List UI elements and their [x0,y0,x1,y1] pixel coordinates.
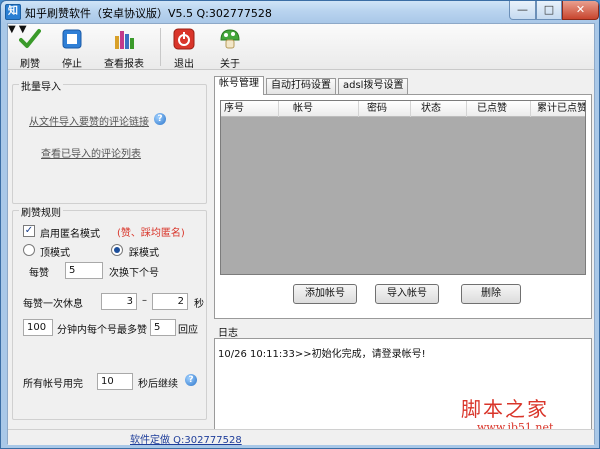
like-button-label: 刷赞 [20,59,40,70]
column-header-liked[interactable]: 已点赞 [467,101,531,117]
column-header-account[interactable]: 帐号 [279,101,359,117]
add-account-button[interactable]: 添加帐号 [293,284,357,304]
view-report-button-label: 查看报表 [104,59,144,70]
anonymous-mode-checkbox[interactable]: ✓ [23,225,35,237]
right-panel: 帐号管理 自动打码设置 adsl拨号设置 序号 帐号 密码 状态 已点赞 累计已… [214,76,592,444]
mushroom-icon [220,29,240,49]
view-imported-list-link[interactable]: 查看已导入的评论列表 [41,145,141,160]
account-tab-panel: 序号 帐号 密码 状态 已点赞 累计已点赞 添加帐号 导入帐号 删除 [214,94,592,319]
tab-account-management[interactable]: 帐号管理 [214,76,264,95]
like-button[interactable]: 刷赞 [12,26,48,70]
accounts-table-header: 序号 帐号 密码 状态 已点赞 累计已点赞 [221,101,585,117]
continue-label: 所有帐号用完 [23,379,83,390]
import-comments-link[interactable]: 从文件导入要赞的评论链接 [29,113,149,128]
limit-middle-label: 分钟内每个号最多赞 [57,325,147,336]
title-bar[interactable]: 知 知乎刷赞软件（安卓协议版）V5.5 Q:302777528 — □ ✕ [1,1,599,23]
stop-icon [62,29,82,49]
window-title: 知乎刷赞软件（安卓协议版）V5.5 Q:302777528 [25,7,272,20]
about-button[interactable]: 关于 [212,26,248,70]
rest-max-input[interactable]: 2 [152,293,188,310]
like-rules-title: 刷赞规则 [19,204,63,219]
import-account-button[interactable]: 导入帐号 [375,284,439,304]
mode-down-label: 踩模式 [129,248,159,259]
about-button-label: 关于 [220,59,240,70]
log-title: 日志 [218,328,238,339]
checkmark-icon [19,29,41,48]
toolbar: 刷赞 停止 查看报表 ▼ 退出 关于 ▼ [8,24,594,70]
rest-min-input[interactable]: 3 [101,293,137,310]
stop-button-label: 停止 [62,59,82,70]
bar-chart-icon [115,31,134,49]
toolbar-separator [160,28,161,66]
continue-seconds-input[interactable]: 10 [97,373,133,390]
delete-account-button[interactable]: 删除 [461,284,521,304]
maximize-button[interactable]: □ [536,1,562,20]
batch-import-title: 批量导入 [19,78,63,93]
accounts-table[interactable]: 序号 帐号 密码 状态 已点赞 累计已点赞 [220,100,586,275]
custom-software-link[interactable]: 软件定做 Q:302777528 [130,431,242,446]
column-header-index[interactable]: 序号 [221,101,279,117]
limit-suffix: 回应 [178,325,198,336]
left-panel: 批量导入 从文件导入要赞的评论链接 ? 查看已导入的评论列表 刷赞规则 ✓ 启用… [8,72,212,445]
batch-import-group: 批量导入 从文件导入要赞的评论链接 ? 查看已导入的评论列表 [12,78,207,204]
column-header-status[interactable]: 状态 [411,101,467,117]
column-header-password[interactable]: 密码 [359,101,411,117]
import-help-icon[interactable]: ? [154,113,166,125]
mode-down-radio[interactable] [111,244,123,256]
stop-button[interactable]: 停止 [54,26,90,70]
rest-unit: 秒 [194,299,204,310]
tab-adsl-settings[interactable]: adsl拨号设置 [338,78,409,94]
limit-count-input[interactable]: 5 [150,319,176,336]
minimize-button[interactable]: — [509,1,536,20]
per-like-input[interactable]: 5 [65,262,103,279]
log-line: 10/26 10:11:33>>初始化完成，请登录帐号! [218,349,426,360]
exit-button-label: 退出 [174,59,194,70]
rest-dash: – [142,295,147,306]
status-bar: 软件定做 Q:302777528 [8,429,594,446]
app-window: 知 知乎刷赞软件（安卓协议版）V5.5 Q:302777528 — □ ✕ 刷赞… [0,0,600,449]
continue-help-icon[interactable]: ? [185,374,197,386]
mode-up-label: 顶模式 [40,248,70,259]
power-icon [173,28,195,50]
rest-label: 每赞一次休息 [23,299,83,310]
continue-suffix: 秒后继续 [138,379,178,390]
tab-captcha-settings[interactable]: 自动打码设置 [266,78,336,94]
like-rules-group: 刷赞规则 ✓ 启用匿名模式 (赞、踩均匿名) 顶模式 踩模式 每赞 5 次换下个… [12,204,207,420]
per-like-label: 每赞 [29,268,49,279]
close-button[interactable]: ✕ [562,1,599,20]
exit-button[interactable]: 退出 [166,26,202,70]
per-like-suffix: 次换下个号 [109,268,159,279]
watermark-title: 脚本之家 [461,397,549,421]
view-report-button[interactable]: 查看报表 [98,26,150,70]
anonymous-mode-note: (赞、踩均匿名) [117,228,185,239]
client-area: 刷赞 停止 查看报表 ▼ 退出 关于 ▼ 批量导入 从文件导入要赞的评论链接 ?… [7,23,595,446]
column-header-total-liked[interactable]: 累计已点赞 [531,101,585,117]
app-icon: 知 [5,4,21,20]
mode-up-radio[interactable] [23,244,35,256]
anonymous-mode-label: 启用匿名模式 [40,229,100,240]
limit-minutes-input[interactable]: 100 [23,319,53,336]
